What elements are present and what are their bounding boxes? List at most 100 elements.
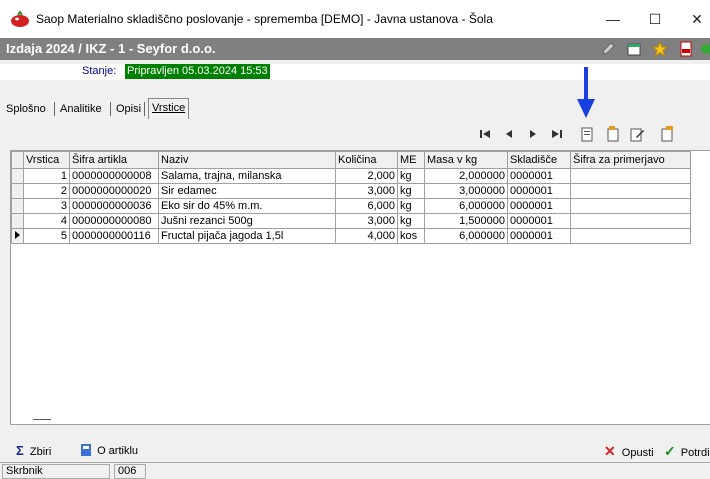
table-cell[interactable]: 0000001	[507, 228, 571, 244]
table-cell[interactable]: 2,000	[335, 168, 398, 184]
row-indicator[interactable]	[11, 198, 24, 214]
table-cell[interactable]: 4	[23, 213, 70, 229]
table-cell[interactable]: 0000001	[507, 183, 571, 199]
table-cell[interactable]: 3,000000	[424, 183, 508, 199]
column-header[interactable]: ME	[397, 151, 425, 169]
down-arrow-icon	[577, 67, 595, 118]
first-record-icon[interactable]	[476, 125, 494, 143]
window-title: Saop Materialno skladiščno poslovanje - …	[36, 12, 493, 26]
table-cell[interactable]: Salama, trajna, milanska	[158, 168, 336, 184]
checkmark-icon: ✓	[664, 443, 676, 459]
table-cell[interactable]: Sir edamec	[158, 183, 336, 199]
column-header[interactable]: Vrstica	[23, 151, 70, 169]
column-header[interactable]: Šifra za primerjavo	[570, 151, 691, 169]
table-header-row: Vrstica Šifra artikla Naziv Količina ME …	[11, 151, 691, 169]
table-cell[interactable]: 0000000000116	[69, 228, 159, 244]
code-field: 006	[114, 464, 146, 479]
last-record-icon[interactable]	[548, 125, 566, 143]
edit-row-icon[interactable]	[628, 125, 646, 143]
table-cell[interactable]: 3	[23, 198, 70, 214]
cancel-x-icon: ✕	[604, 443, 616, 459]
table-cell[interactable]: 0000000000020	[69, 183, 159, 199]
opusti-button[interactable]: ✕ Opusti	[604, 442, 654, 460]
pdf-icon[interactable]	[678, 41, 694, 57]
table-cell[interactable]: 2,000000	[424, 168, 508, 184]
table-cell[interactable]	[570, 168, 691, 184]
delete-row-icon[interactable]	[658, 125, 676, 143]
table-cell[interactable]: 4,000	[335, 228, 398, 244]
edit-icon[interactable]	[600, 41, 616, 57]
opusti-label: Opusti	[621, 447, 654, 459]
table-cell[interactable]: 5	[23, 228, 70, 244]
zbiri-label: Zbiri	[29, 446, 52, 458]
table-cell[interactable]: kg	[397, 198, 425, 214]
table-cell[interactable]	[570, 213, 691, 229]
new-row-icon[interactable]	[578, 125, 596, 143]
maximize-button[interactable]: ☐	[640, 8, 670, 30]
row-indicator[interactable]	[11, 228, 24, 244]
tab-divider	[110, 102, 111, 116]
o-artiklu-button[interactable]: O artiklu	[80, 442, 138, 460]
close-button[interactable]: ✕	[682, 8, 710, 30]
table-row[interactable]: 5 0000000000116 Fructal pijača jagoda 1,5l…	[11, 228, 691, 244]
minimize-button[interactable]: —	[598, 8, 628, 30]
table-cell[interactable]: Jušni rezanci 500g	[158, 213, 336, 229]
article-info-icon	[81, 444, 91, 456]
table-cell[interactable]: Fructal pijača jagoda 1,5l	[158, 228, 336, 244]
app-logo-icon	[11, 11, 29, 27]
status-label: Stanje:	[82, 65, 117, 77]
table-cell[interactable]: Eko sir do 45% m.m.	[158, 198, 336, 214]
table-cell[interactable]: kg	[397, 213, 425, 229]
table-cell[interactable]: 0000000000080	[69, 213, 159, 229]
table-row[interactable]: 4 0000000000080 Jušni rezanci 500g 3,000 kg 1…	[11, 213, 691, 229]
table-cell[interactable]: 6,000000	[424, 228, 508, 244]
bottom-toolbar: Σ Zbiri O artiklu ✕ Opusti ✓ Potrdi	[0, 440, 710, 462]
potrdi-button[interactable]: ✓ Potrdi	[664, 442, 710, 460]
table-cell[interactable]: 6,000	[335, 198, 398, 214]
tab-divider	[54, 102, 55, 116]
row-indicator[interactable]	[11, 168, 24, 184]
table-row[interactable]: 2 0000000000020 Sir edamec 3,000 kg 3,000000 0…	[11, 183, 691, 199]
table-cell[interactable]	[570, 183, 691, 199]
column-header[interactable]: Masa v kg	[424, 151, 508, 169]
table-cell[interactable]: 0000001	[507, 198, 571, 214]
table-cell[interactable]: 0000001	[507, 213, 571, 229]
o-artiklu-label: O artiklu	[97, 445, 139, 457]
column-header[interactable]: Šifra artikla	[69, 151, 159, 169]
zbiri-button[interactable]: Σ Zbiri	[16, 442, 51, 460]
tab-analitike[interactable]: Analitike	[60, 100, 102, 118]
next-record-icon[interactable]	[524, 125, 542, 143]
table-cell[interactable]: 1,500000	[424, 213, 508, 229]
table-cell[interactable]: 0000000000036	[69, 198, 159, 214]
tools-icon[interactable]	[700, 41, 710, 57]
table-cell[interactable]: 6,000000	[424, 198, 508, 214]
row-indicator[interactable]	[11, 183, 24, 199]
table-cell[interactable]: 1	[23, 168, 70, 184]
table-cell[interactable]	[570, 228, 691, 244]
table-cell[interactable]: kos	[397, 228, 425, 244]
table-cell[interactable]: kg	[397, 183, 425, 199]
table-cell[interactable]: 3,000	[335, 213, 398, 229]
tab-opisi[interactable]: Opisi	[116, 100, 141, 118]
star-icon[interactable]	[652, 41, 668, 57]
calendar-icon[interactable]	[626, 41, 642, 57]
table-row[interactable]: 3 0000000000036 Eko sir do 45% m.m. 6,000 kg…	[11, 198, 691, 214]
insert-row-icon[interactable]	[604, 125, 622, 143]
column-header[interactable]: Količina	[335, 151, 398, 169]
tab-splosno[interactable]: Splošno	[6, 100, 46, 118]
table-row[interactable]: 1 0000000000008 Salama, trajna, milanska 2,…	[11, 168, 691, 184]
table-cell[interactable]	[570, 198, 691, 214]
table-cell[interactable]: 2	[23, 183, 70, 199]
row-indicator[interactable]	[11, 213, 24, 229]
column-header[interactable]: Naziv	[158, 151, 336, 169]
table-cell[interactable]: 3,000	[335, 183, 398, 199]
tab-vrstice[interactable]: Vrstice	[148, 98, 190, 119]
table-cell[interactable]: 0000001	[507, 168, 571, 184]
column-header[interactable]: Skladišče	[507, 151, 571, 169]
tab-divider	[144, 102, 145, 116]
previous-record-icon[interactable]	[500, 125, 518, 143]
rows-grid[interactable]: Vrstica Šifra artikla Naziv Količina ME …	[10, 150, 710, 425]
table-cell[interactable]: 0000000000008	[69, 168, 159, 184]
table-cell[interactable]: kg	[397, 168, 425, 184]
document-title: Izdaja 2024 / IKZ - 1 - Seyfor d.o.o.	[6, 41, 216, 56]
